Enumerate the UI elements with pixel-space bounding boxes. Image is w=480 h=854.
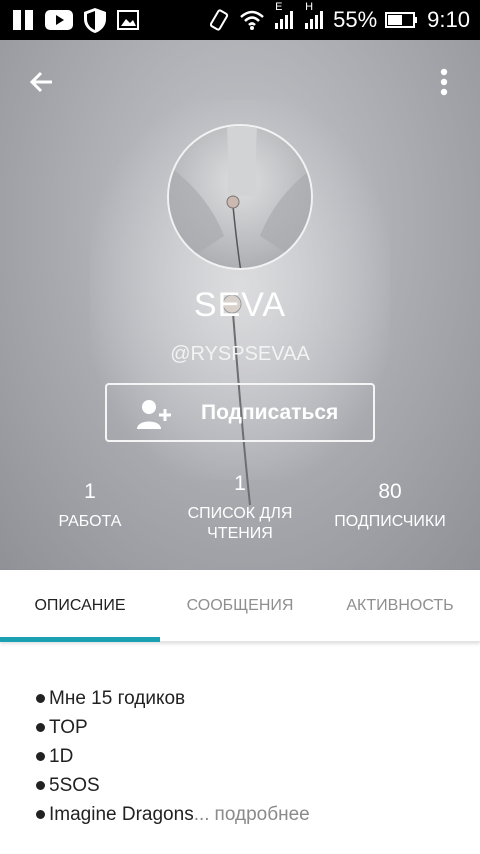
stat-followers-label: ПОДПИСЧИКИ: [334, 513, 446, 530]
stat-reading-lists[interactable]: 1 СПИСОК ДЛЯ ЧТЕНИЯ: [170, 472, 310, 544]
stat-reading-lists-count: 1: [234, 472, 246, 495]
image-icon: [116, 9, 140, 31]
person-add-icon: [137, 400, 171, 429]
list-item-text: 1D: [49, 745, 74, 767]
bullet-icon: [36, 723, 45, 732]
tab-messages[interactable]: СООБЩЕНИЯ: [160, 570, 320, 641]
list-item: TOP: [36, 713, 456, 742]
stat-followers[interactable]: 80 ПОДПИСЧИКИ: [320, 480, 460, 532]
bullet-icon: [36, 752, 45, 761]
follow-button[interactable]: Подписаться: [105, 383, 375, 442]
status-bar: E H 55% 9:10: [0, 0, 480, 40]
youtube-icon: [44, 8, 74, 32]
list-item: 5SOS: [36, 771, 456, 800]
arrow-left-icon: [29, 71, 52, 93]
more-vert-icon: [440, 68, 448, 96]
ellipsis: ...: [193, 803, 210, 825]
profile-name: SEVA: [193, 286, 287, 324]
stat-works[interactable]: 1 РАБОТА: [40, 480, 140, 532]
list-item-text: 5SOS: [49, 774, 100, 796]
stat-followers-count: 80: [378, 480, 402, 503]
tab-activity[interactable]: АКТИВНОСТЬ: [320, 570, 480, 641]
bullet-icon: [36, 781, 45, 790]
stat-works-count: 1: [84, 480, 96, 503]
wifi-icon: [239, 9, 265, 31]
avatar-image: [169, 126, 311, 268]
list-item-text: TOP: [49, 716, 88, 738]
list-item: Imagine Dragons ... подробнее: [36, 800, 456, 829]
list-item-text: Imagine Dragons: [49, 803, 194, 825]
profile-tabs: ОПИСАНИЕ СООБЩЕНИЯ АКТИВНОСТЬ: [0, 570, 480, 642]
back-button[interactable]: [24, 64, 60, 100]
tab-description[interactable]: ОПИСАНИЕ: [0, 570, 160, 642]
signal-icon-2: H: [303, 1, 325, 31]
battery-icon: [385, 10, 419, 30]
rotation-icon: [207, 8, 231, 32]
follow-button-label: Подписаться: [201, 401, 339, 424]
shield-icon: [82, 6, 108, 34]
signal-icon: E: [273, 1, 295, 31]
list-item: Мне 15 годиков: [36, 684, 456, 713]
pause-icon: [10, 7, 36, 33]
stat-reading-lists-label-2: ЧТЕНИЯ: [207, 525, 273, 542]
battery-percent: 55%: [333, 7, 378, 32]
profile-handle: @RYSPSEVAA: [170, 343, 310, 365]
avatar: [167, 124, 313, 270]
clock: 9:10: [427, 7, 470, 32]
bullet-icon: [36, 694, 45, 703]
overflow-menu-button[interactable]: [430, 64, 458, 100]
read-more-link[interactable]: подробнее: [215, 804, 310, 826]
list-item-text: Мне 15 годиков: [49, 687, 186, 709]
list-item: 1D: [36, 742, 456, 771]
profile-header: SEVA @RYSPSEVAA Подписаться 1 РАБОТА 1 С…: [0, 40, 480, 570]
stat-reading-lists-label-1: СПИСОК ДЛЯ: [187, 505, 293, 522]
profile-description: Мне 15 годиков TOP 1D 5SOS Imagine Drago…: [36, 684, 456, 829]
bullet-icon: [36, 810, 45, 819]
stat-works-label: РАБОТА: [58, 513, 122, 530]
